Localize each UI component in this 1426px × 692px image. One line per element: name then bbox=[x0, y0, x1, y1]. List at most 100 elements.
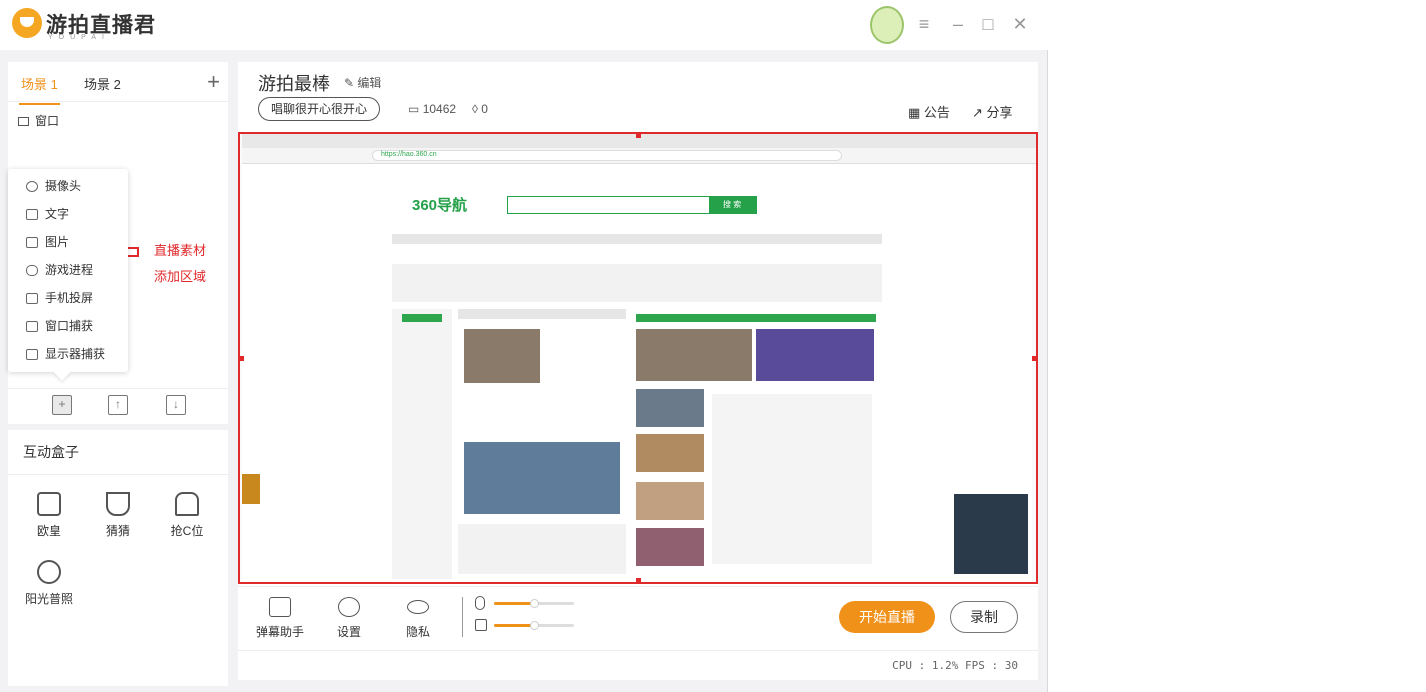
preview-canvas[interactable]: https://hao.360.cn 360导航 搜 索 bbox=[238, 132, 1038, 584]
add-source-button[interactable]: + bbox=[52, 395, 72, 415]
captured-link-grid bbox=[392, 264, 882, 302]
edit-label: 编辑 bbox=[357, 76, 382, 90]
interact-item-sunshine[interactable]: 阳光普照 bbox=[21, 560, 77, 607]
minimize-icon[interactable]: – bbox=[946, 12, 970, 36]
captured-game-ad bbox=[954, 494, 1028, 574]
stream-tag-button[interactable]: 唱聊很开心很开心 bbox=[258, 97, 381, 121]
share-button[interactable]: ↗ 分享 bbox=[972, 102, 1013, 121]
speaker-icon[interactable] bbox=[475, 619, 487, 631]
mic-volume-fill bbox=[494, 602, 534, 605]
captured-news-thumb-3 bbox=[636, 482, 704, 520]
window-icon bbox=[26, 321, 38, 333]
menu-item-label: 手机投屏 bbox=[45, 291, 94, 305]
gear-icon bbox=[338, 597, 360, 617]
start-live-button[interactable]: 开始直播 bbox=[839, 601, 935, 633]
interact-item-grab-c[interactable]: 抢C位 bbox=[159, 492, 215, 539]
move-up-button[interactable]: ↑ bbox=[108, 395, 128, 415]
danmaku-label: 弹幕助手 bbox=[255, 625, 304, 639]
microphone-icon[interactable] bbox=[475, 596, 485, 610]
captured-feature-image-2 bbox=[756, 329, 874, 381]
flame-icon: ◊ bbox=[472, 102, 478, 116]
annotation-line-2: 添加区域 bbox=[154, 269, 207, 284]
calendar-icon: ▦ bbox=[908, 105, 921, 120]
hamburger-icon[interactable]: ≡ bbox=[912, 12, 936, 36]
share-icon: ↗ bbox=[972, 105, 983, 120]
captured-url: https://hao.360.cn bbox=[381, 151, 437, 158]
danmaku-assistant-button[interactable]: 弹幕助手 bbox=[252, 597, 308, 640]
speaker-volume-knob[interactable] bbox=[530, 621, 539, 630]
menu-item-camera[interactable]: 摄像头 bbox=[26, 177, 81, 194]
menu-item-text[interactable]: 文字 bbox=[26, 205, 69, 222]
control-bar: 弹幕助手 设置 隐私 开始直播 录制 bbox=[238, 586, 1038, 650]
performance-status: CPU : 1.2% FPS : 30 bbox=[892, 659, 1018, 672]
add-scene-button[interactable]: + bbox=[207, 69, 220, 95]
interact-item-label: 阳光普照 bbox=[24, 592, 73, 606]
tab-scene-2[interactable]: 场景 2 bbox=[84, 74, 121, 93]
popularity-value: 0 bbox=[481, 102, 488, 116]
window-icon bbox=[18, 117, 29, 127]
captured-news-list bbox=[712, 394, 872, 564]
gamepad-icon bbox=[26, 265, 38, 277]
captured-browser-addressbar: https://hao.360.cn bbox=[242, 148, 1036, 164]
menu-item-image[interactable]: 图片 bbox=[26, 233, 69, 250]
speaker-volume-slider[interactable] bbox=[494, 621, 574, 630]
captured-feature-image-1 bbox=[636, 329, 752, 381]
settings-label: 设置 bbox=[336, 625, 361, 639]
room-id: ▭ 10462 bbox=[408, 102, 456, 116]
resize-handle-top[interactable] bbox=[636, 134, 641, 138]
scene-tabs: 场景 1 场景 2 + bbox=[8, 62, 228, 105]
captured-search-label: 搜 索 bbox=[723, 200, 742, 209]
source-item-label: 窗口 bbox=[35, 114, 60, 128]
close-icon[interactable]: ✕ bbox=[1008, 12, 1032, 36]
move-down-button[interactable]: ↓ bbox=[166, 395, 186, 415]
menu-item-label: 游戏进程 bbox=[45, 263, 94, 277]
captured-ranking-list bbox=[458, 524, 626, 574]
interact-item-label: 抢C位 bbox=[170, 524, 204, 538]
captured-nav-row bbox=[392, 234, 882, 244]
record-button[interactable]: 录制 bbox=[950, 601, 1018, 633]
resize-handle-right[interactable] bbox=[1032, 356, 1036, 361]
sofa-icon bbox=[175, 492, 199, 516]
tab-scene-1[interactable]: 场景 1 bbox=[19, 74, 60, 105]
mic-volume-slider[interactable] bbox=[494, 599, 574, 608]
captured-sidebar bbox=[392, 309, 452, 579]
image-icon bbox=[26, 237, 38, 249]
settings-button[interactable]: 设置 bbox=[321, 597, 377, 640]
menu-item-phone-cast[interactable]: 手机投屏 bbox=[26, 289, 93, 306]
notice-button[interactable]: ▦ 公告 bbox=[908, 102, 950, 121]
source-item-window[interactable]: 窗口 bbox=[18, 112, 59, 129]
captured-search-button: 搜 索 bbox=[709, 196, 757, 214]
resize-handle-left[interactable] bbox=[240, 356, 244, 361]
interact-item-guess[interactable]: 猜猜 bbox=[90, 492, 146, 539]
interact-item-ouhuang[interactable]: 欧皇 bbox=[21, 492, 77, 539]
maximize-icon[interactable]: □ bbox=[976, 12, 1000, 36]
captured-search-box: 搜 索 bbox=[507, 196, 757, 214]
captured-side-ad bbox=[242, 474, 260, 504]
edit-title-button[interactable]: ✎ 编辑 bbox=[344, 74, 381, 91]
stream-header: 游拍最棒 ✎ 编辑 唱聊很开心很开心 ▭ 10462 ◊ 0 ▦ 公告 ↗ 分享 bbox=[238, 62, 1038, 124]
vs-icon bbox=[106, 492, 130, 516]
mic-volume-knob[interactable] bbox=[530, 599, 539, 608]
dice-icon bbox=[37, 492, 61, 516]
id-card-icon: ▭ bbox=[408, 102, 420, 116]
notice-label: 公告 bbox=[923, 105, 950, 120]
title-bar: 游拍直播君 YOUPAI ≡ – □ ✕ bbox=[0, 0, 1048, 50]
resize-handle-bottom[interactable] bbox=[636, 578, 641, 582]
camera-icon bbox=[26, 181, 38, 193]
app-logo-icon bbox=[12, 8, 42, 38]
menu-item-window-capture[interactable]: 窗口捕获 bbox=[26, 317, 93, 334]
popularity: ◊ 0 bbox=[472, 102, 488, 116]
privacy-button[interactable]: 隐私 bbox=[390, 597, 446, 640]
captured-news-thumb-2 bbox=[636, 434, 704, 472]
menu-item-game-process[interactable]: 游戏进程 bbox=[26, 261, 93, 278]
share-label: 分享 bbox=[986, 105, 1013, 120]
menu-item-label: 摄像头 bbox=[45, 179, 82, 193]
menu-item-label: 窗口捕获 bbox=[45, 319, 94, 333]
room-id-value: 10462 bbox=[422, 102, 457, 116]
monitor-icon bbox=[26, 349, 38, 361]
captured-news-image-1 bbox=[464, 329, 540, 383]
menu-item-display-capture[interactable]: 显示器捕获 bbox=[26, 345, 105, 362]
user-avatar[interactable] bbox=[870, 6, 904, 44]
phone-icon bbox=[26, 293, 38, 305]
captured-tag bbox=[402, 314, 442, 322]
